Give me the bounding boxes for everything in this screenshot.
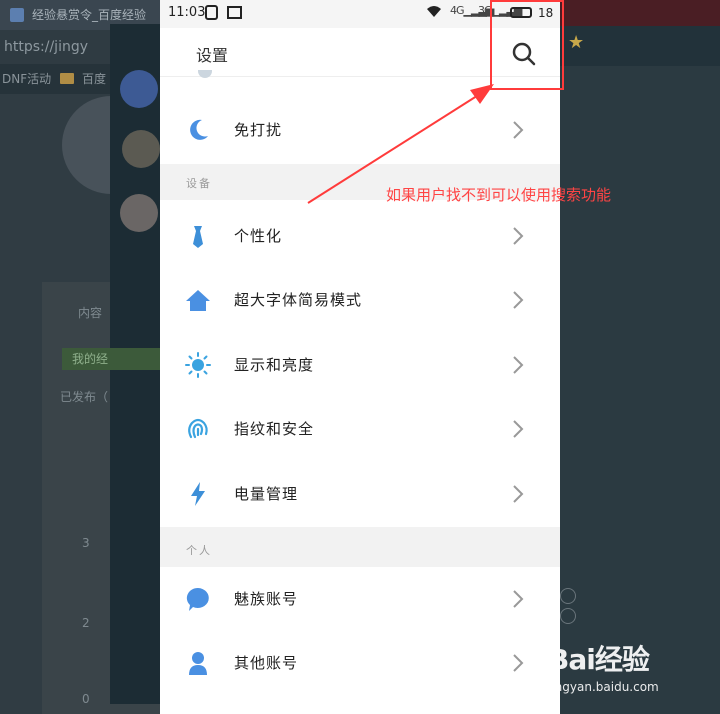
baidu-jingyan-watermark: Bai经验	[548, 643, 650, 676]
annotation-arrow	[307, 84, 494, 204]
annotation-text: 如果用户找不到可以使用搜索功能	[386, 186, 612, 204]
watermark-url: jingyan.baidu.com	[548, 680, 659, 694]
